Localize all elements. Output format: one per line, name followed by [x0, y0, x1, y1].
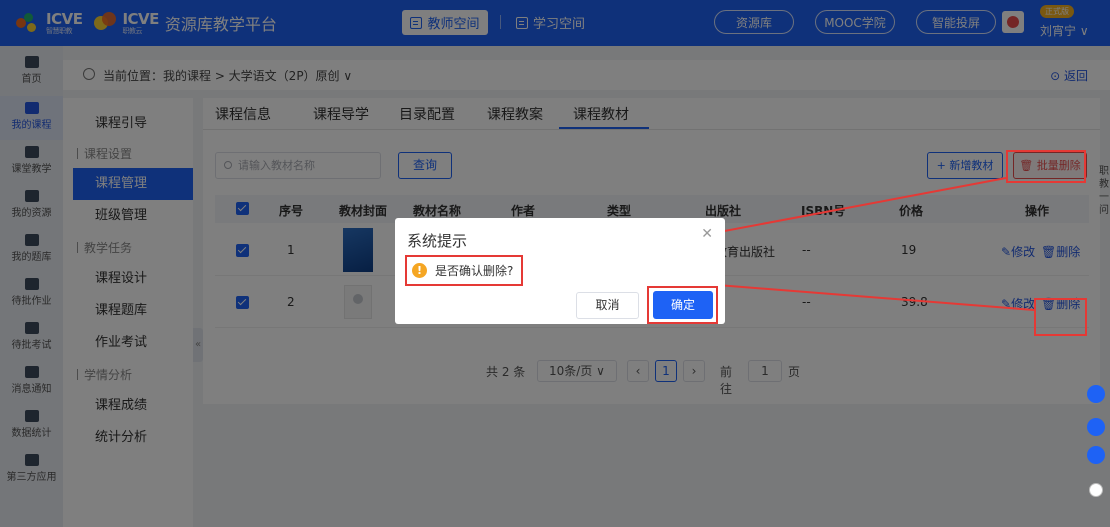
dialog-title: 系统提示	[407, 232, 468, 250]
confirm-dialog: 系统提示 ✕ ! 是否确认删除? 取消 确定	[395, 218, 725, 324]
highlight-confirm: 确定	[647, 286, 718, 324]
cancel-button[interactable]: 取消	[576, 292, 639, 319]
help-icon[interactable]	[1087, 446, 1105, 464]
customer-service-icon[interactable]	[1087, 385, 1105, 403]
confirm-button[interactable]: 确定	[653, 291, 713, 319]
dialog-message: ! 是否确认删除?	[405, 255, 523, 286]
dialog-message-text: 是否确认删除?	[435, 264, 514, 278]
close-icon[interactable]: ✕	[701, 226, 713, 242]
warning-icon: !	[412, 263, 427, 278]
download-icon[interactable]	[1087, 418, 1105, 436]
highlight-row-delete	[1034, 298, 1087, 336]
highlight-batch-delete	[1006, 150, 1086, 183]
back-to-top-icon[interactable]	[1089, 483, 1103, 497]
